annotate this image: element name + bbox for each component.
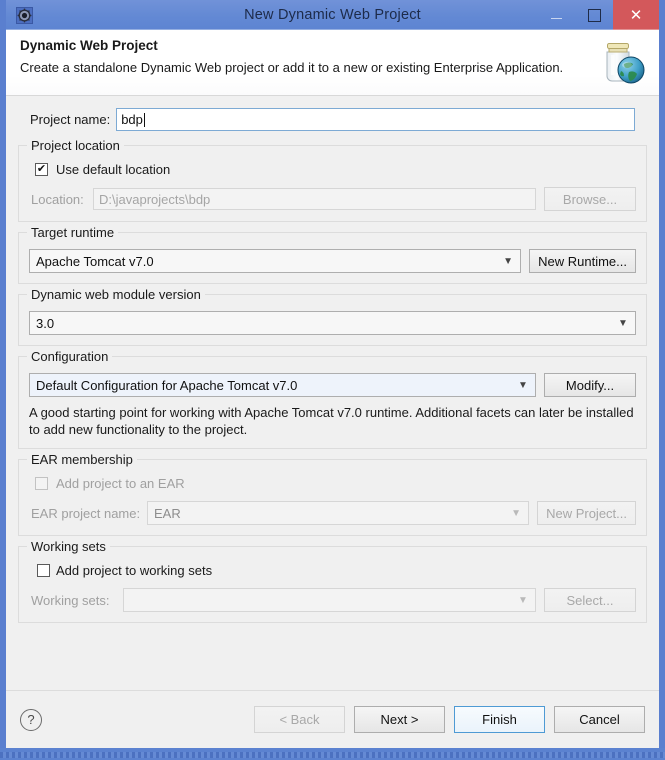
finish-button[interactable]: Finish <box>454 706 545 733</box>
target-runtime-row: Apache Tomcat v7.0 ▼ New Runtime... <box>29 249 636 273</box>
minimize-button[interactable] <box>537 0 575 30</box>
configuration-description: A good starting point for working with A… <box>29 405 634 437</box>
add-to-working-sets-row[interactable]: Add project to working sets <box>37 563 636 578</box>
configuration-value: Default Configuration for Apache Tomcat … <box>36 377 298 393</box>
browse-button: Browse... <box>544 187 636 211</box>
close-button[interactable]: ✕ <box>613 0 659 30</box>
checkmark-icon: ✔ <box>36 163 47 175</box>
use-default-location-checkbox[interactable]: ✔ <box>35 163 48 176</box>
target-runtime-value: Apache Tomcat v7.0 <box>36 253 154 269</box>
dialog-body: Project name: bdp Project location ✔ Use… <box>6 96 659 690</box>
use-default-location-label: Use default location <box>56 162 171 177</box>
gear-icon <box>15 6 33 24</box>
ear-project-name-value: EAR <box>154 505 181 521</box>
cancel-button[interactable]: Cancel <box>554 706 645 733</box>
dialog-footer: ? < Back Next > Finish Cancel <box>6 690 659 748</box>
modify-button[interactable]: Modify... <box>544 373 636 397</box>
project-location-group: Project location ✔ Use default location … <box>18 138 647 222</box>
jar-globe-icon <box>595 36 649 90</box>
next-button[interactable]: Next > <box>354 706 445 733</box>
project-name-label: Project name: <box>30 112 111 127</box>
wizard-description: Create a standalone Dynamic Web project … <box>20 60 564 75</box>
chevron-down-icon: ▼ <box>503 255 514 267</box>
footer-buttons: < Back Next > Finish Cancel <box>254 706 645 733</box>
new-dynamic-web-project-dialog: New Dynamic Web Project ✕ Dynamic Web Pr… <box>0 0 665 748</box>
working-sets-combo: ▼ <box>123 588 536 612</box>
ear-project-name-label: EAR project name: <box>31 505 141 521</box>
add-to-working-sets-checkbox[interactable] <box>37 564 50 577</box>
project-location-group-title: Project location <box>27 138 124 153</box>
module-version-combo[interactable]: 3.0 ▼ <box>29 311 636 335</box>
configuration-row: Default Configuration for Apache Tomcat … <box>29 373 636 397</box>
add-to-working-sets-label: Add project to working sets <box>56 563 213 578</box>
location-input: D:\javaprojects\bdp <box>93 188 536 210</box>
module-version-group: Dynamic web module version 3.0 ▼ <box>18 287 647 346</box>
target-runtime-group: Target runtime Apache Tomcat v7.0 ▼ New … <box>18 225 647 284</box>
select-button: Select... <box>544 588 636 612</box>
title-bar[interactable]: New Dynamic Web Project ✕ <box>6 0 659 30</box>
working-sets-label: Working sets: <box>31 592 110 608</box>
project-name-input[interactable]: bdp <box>116 108 635 131</box>
ear-project-name-combo: EAR ▼ <box>147 501 530 525</box>
new-runtime-button[interactable]: New Runtime... <box>529 249 636 273</box>
working-sets-row: Working sets: ▼ Select... <box>31 588 636 612</box>
wizard-header: Dynamic Web Project Create a standalone … <box>6 30 659 96</box>
wizard-title: Dynamic Web Project <box>20 38 158 53</box>
module-version-value: 3.0 <box>36 315 55 331</box>
target-runtime-combo[interactable]: Apache Tomcat v7.0 ▼ <box>29 249 522 273</box>
caption-buttons: ✕ <box>537 0 659 30</box>
chevron-down-icon: ▼ <box>618 317 628 329</box>
ear-project-name-row: EAR project name: EAR ▼ New Project... <box>31 501 636 525</box>
location-label: Location: <box>31 191 84 207</box>
add-to-ear-row: Add project to an EAR <box>35 476 636 491</box>
new-project-button: New Project... <box>537 501 636 525</box>
add-to-ear-label: Add project to an EAR <box>56 476 185 491</box>
module-version-row: 3.0 ▼ <box>29 311 636 335</box>
maximize-button[interactable] <box>575 0 613 30</box>
ear-membership-group: EAR membership Add project to an EAR EAR… <box>18 452 647 536</box>
module-version-group-title: Dynamic web module version <box>27 287 205 302</box>
back-button: < Back <box>254 706 345 733</box>
location-row: Location: D:\javaprojects\bdp Browse... <box>31 187 636 211</box>
help-icon[interactable]: ? <box>20 708 42 731</box>
text-caret <box>143 112 145 127</box>
use-default-location-row[interactable]: ✔ Use default location <box>35 162 636 177</box>
background-stripe <box>0 752 665 758</box>
configuration-group: Configuration Default Configuration for … <box>18 349 647 449</box>
working-sets-group-title: Working sets <box>27 539 110 554</box>
project-name-row: Project name: bdp <box>18 96 647 141</box>
ear-membership-group-title: EAR membership <box>27 452 137 467</box>
chevron-down-icon: ▼ <box>511 507 522 519</box>
configuration-group-title: Configuration <box>27 349 113 364</box>
add-to-ear-checkbox <box>35 477 48 490</box>
working-sets-group: Working sets Add project to working sets… <box>18 539 647 623</box>
project-name-value: bdp <box>121 112 143 127</box>
chevron-down-icon: ▼ <box>518 379 528 391</box>
configuration-combo[interactable]: Default Configuration for Apache Tomcat … <box>29 373 536 397</box>
chevron-down-icon: ▼ <box>518 594 528 606</box>
target-runtime-group-title: Target runtime <box>27 225 119 240</box>
